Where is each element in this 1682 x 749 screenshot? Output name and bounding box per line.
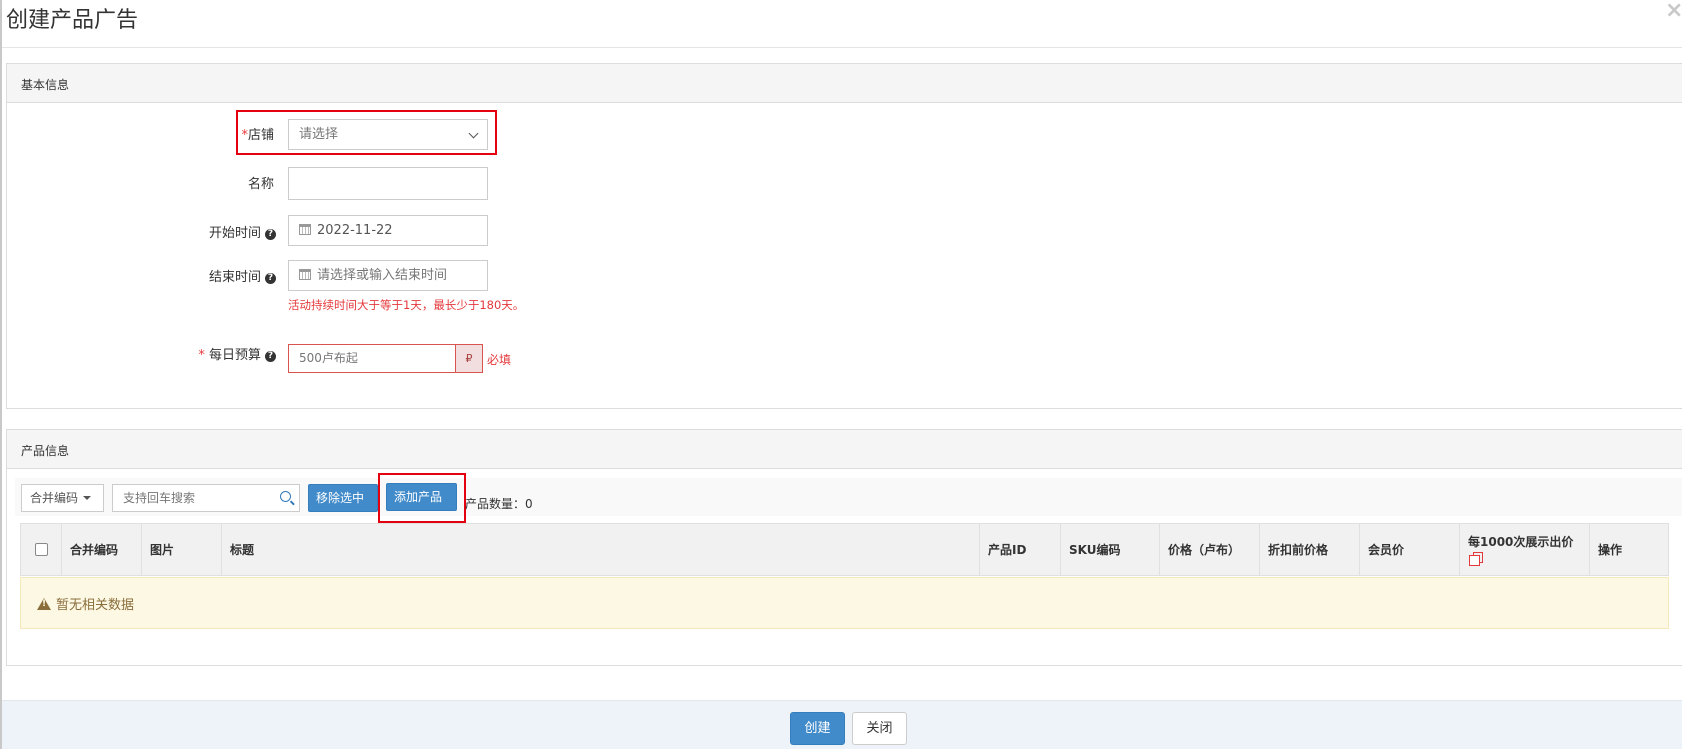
column-header: 折扣前价格 (1260, 524, 1360, 575)
close-button[interactable]: 关闭 (852, 712, 907, 745)
bid-column-header: 每1000次展示出价 (1460, 524, 1590, 575)
chevron-down-icon (468, 128, 479, 139)
name-input[interactable] (288, 167, 488, 200)
empty-table-message: 暂无相关数据 (20, 577, 1669, 629)
end-time-hint: 活动持续时间大于等于1天，最长少于180天。 (288, 298, 525, 312)
product-count: 产品数量：0 (465, 497, 533, 511)
question-icon[interactable]: ? (265, 351, 276, 362)
column-header: 产品ID (980, 524, 1061, 575)
column-header: 价格（卢布） (1160, 524, 1260, 575)
product-table-header: 合并编码 图片 标题 产品ID SKU编码 价格（卢布） 折扣前价格 会员价 每… (20, 523, 1669, 576)
calendar-icon (299, 224, 311, 235)
start-time-label: 开始时间? (6, 222, 276, 241)
end-time-label: 结束时间? (6, 266, 276, 285)
end-time-input[interactable]: 请选择或输入结束时间 (288, 260, 488, 291)
close-icon[interactable]: × (1665, 0, 1682, 23)
required-text: 必填 (487, 353, 512, 367)
column-header: 操作 (1598, 543, 1623, 557)
question-icon[interactable]: ? (265, 229, 276, 240)
question-icon[interactable]: ? (265, 273, 276, 284)
copy-icon[interactable] (1469, 552, 1483, 566)
daily-budget-label: * 每日预算? (6, 344, 276, 363)
select-all-checkbox[interactable] (35, 543, 48, 556)
product-info-heading: 产品信息 (7, 430, 1682, 469)
column-header: SKU编码 (1061, 524, 1160, 575)
column-header: 标题 (222, 524, 980, 575)
warning-icon (37, 598, 51, 610)
dialog-title: 创建产品广告 (6, 8, 139, 33)
search-input[interactable]: 支持回车搜索 (112, 484, 300, 512)
add-product-button[interactable]: 添加产品 (386, 483, 457, 511)
store-label: *店铺 (241, 128, 274, 143)
daily-budget-input[interactable]: 500卢布起 (288, 344, 456, 373)
select-all-cell (21, 524, 62, 575)
name-label: 名称 (247, 177, 274, 192)
calendar-icon (299, 269, 311, 280)
basic-info-heading: 基本信息 (7, 64, 1682, 103)
search-icon[interactable] (280, 491, 291, 502)
caret-down-icon (83, 496, 92, 500)
store-select[interactable]: 请选择 (288, 119, 488, 150)
column-header: 合并编码 (62, 524, 142, 575)
column-header: 图片 (142, 524, 222, 575)
header-divider (2, 47, 1682, 48)
create-button[interactable]: 创建 (790, 712, 845, 745)
start-time-input[interactable]: 2022-11-22 (288, 215, 488, 246)
required-mark: * (198, 348, 205, 363)
remove-selected-button[interactable]: 移除选中 (308, 484, 378, 512)
code-type-dropdown[interactable]: 合并编码 (21, 484, 104, 512)
window-edge (0, 0, 2, 749)
column-header: 会员价 (1360, 524, 1460, 575)
ruble-addon: ₽ (455, 344, 483, 373)
